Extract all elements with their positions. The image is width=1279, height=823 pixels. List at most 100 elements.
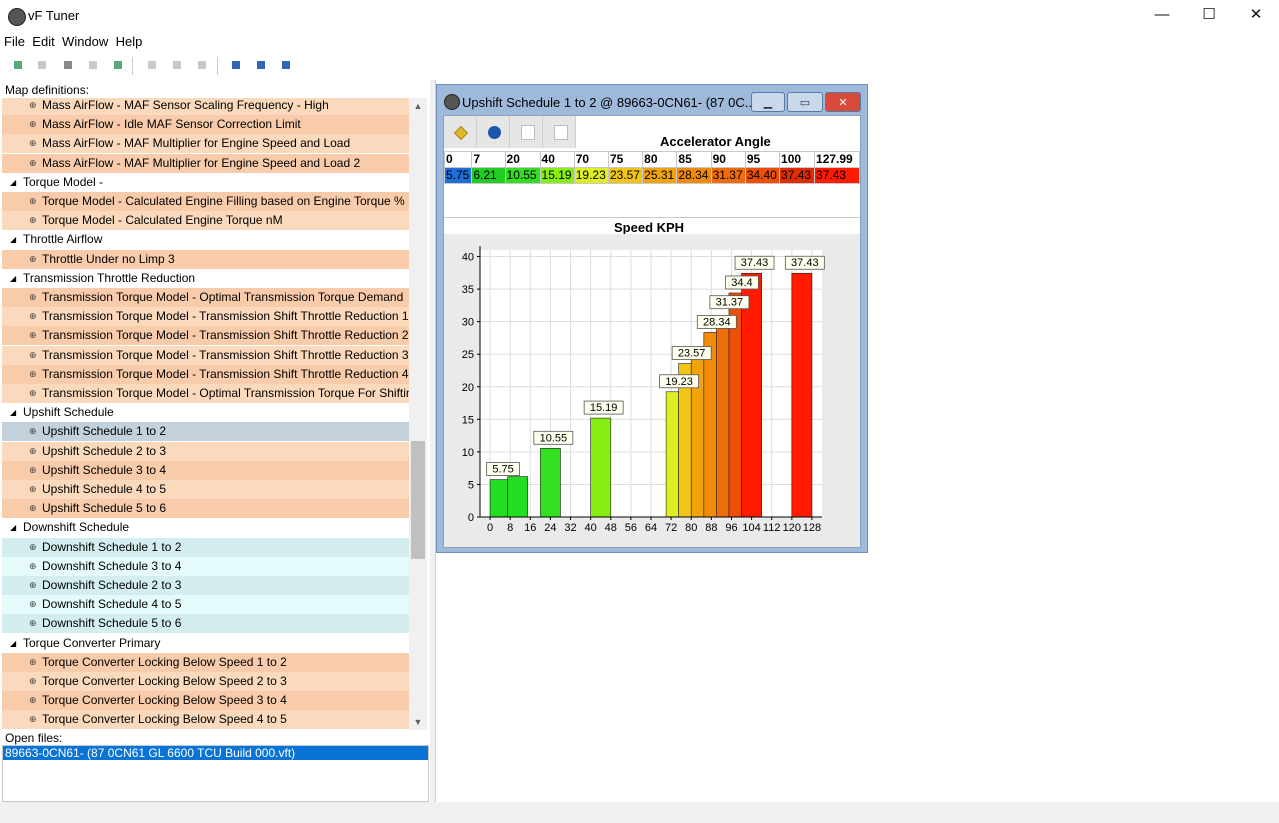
expanded-toggle-icon[interactable]: ◢ [10, 518, 16, 537]
grid-value-cell[interactable]: 6.21 [471, 167, 506, 184]
map-window-close-button[interactable]: ✕ [825, 92, 861, 112]
minimize-button[interactable]: — [1139, 0, 1185, 30]
map-window-maximize-button[interactable]: ▭ [787, 92, 823, 112]
tree-item[interactable]: ⊕ Torque Model - Calculated Engine Torque… [2, 211, 409, 231]
tree-item[interactable]: ⊕ Mass AirFlow - MAF Multiplier for Engin… [2, 153, 409, 173]
tree-item[interactable]: ⊕ Torque Converter Locking Below Speed 2 … [2, 672, 409, 691]
tree-scrollbar[interactable]: ▲ ▼ [409, 98, 427, 730]
copy-icon[interactable] [170, 58, 184, 72]
tree-item[interactable]: ⊕ Mass AirFlow - MAF Sensor Scaling Frequ… [2, 98, 409, 115]
close-button[interactable]: ✕ [1233, 0, 1279, 30]
tree-item[interactable]: ⊕ Downshift Schedule 4 to 5 [2, 595, 409, 615]
save-icon[interactable] [35, 58, 49, 72]
grid-header-cell[interactable]: 100 [779, 151, 816, 168]
tree-item[interactable]: ⊕ Upshift Schedule 4 to 5 [2, 480, 409, 499]
tree-item[interactable]: ⊕ Downshift Schedule 1 to 2 [2, 537, 409, 557]
map-window-minimize-button[interactable]: ▁ [751, 92, 785, 112]
tree-item[interactable]: ⊕ Transmission Torque Model - Transmissio… [2, 345, 409, 365]
layout-cascade-icon[interactable] [229, 58, 243, 72]
scrollbar-thumb[interactable] [411, 441, 425, 559]
tree-item[interactable]: ⊕ Transmission Torque Model - Transmissio… [2, 307, 409, 327]
grid-header-cell[interactable]: 20 [504, 151, 541, 168]
tree-item[interactable]: ⊕ Throttle Under no Limp 3 [2, 249, 409, 269]
grid-value-cell[interactable]: 37.43 [779, 167, 816, 184]
grid-value-cell[interactable]: 10.55 [504, 167, 541, 184]
paste-icon[interactable] [195, 58, 209, 72]
cut-icon[interactable] [145, 58, 159, 72]
tree-item[interactable]: ⊕ Upshift Schedule 2 to 3 [2, 441, 409, 461]
grid-value-cell[interactable]: 31.37 [710, 167, 746, 184]
layout-tile-icon[interactable] [254, 58, 268, 72]
expanded-toggle-icon[interactable]: ◢ [10, 230, 16, 249]
menu-file[interactable]: File [0, 32, 25, 49]
tree-category[interactable]: ◢ Torque Model - [2, 172, 409, 192]
grid-value-cell[interactable]: 25.31 [642, 167, 678, 184]
grid-value-cell[interactable]: 37.43 [814, 167, 860, 184]
grid-value-cell[interactable]: 23.57 [607, 167, 644, 184]
tree-item[interactable]: ⊕ Transmission Torque Model - Transmissio… [2, 326, 409, 346]
grid-header-cell[interactable]: 7 [471, 151, 506, 168]
stop-icon[interactable] [61, 58, 75, 72]
grid-header-cell[interactable]: 95 [744, 151, 781, 168]
page-tab-1[interactable] [510, 116, 543, 148]
page-tab-2[interactable] [543, 116, 576, 148]
grid-value-cell[interactable]: 28.34 [676, 167, 712, 184]
grid-header-cell[interactable]: 80 [642, 151, 678, 168]
info-tab[interactable] [477, 116, 510, 148]
grid-header-cell[interactable]: 127.99 [814, 151, 860, 168]
y-tick-label: 25 [462, 349, 474, 361]
tree-item[interactable]: ⊕ Transmission Torque Model - Optimal Tra… [2, 288, 409, 307]
expanded-toggle-icon[interactable]: ◢ [10, 403, 16, 422]
compare-icon[interactable] [86, 58, 100, 72]
grid-value-cell[interactable]: 19.23 [573, 167, 609, 184]
tree-item[interactable]: ⊕ Downshift Schedule 3 to 4 [2, 556, 409, 576]
tree-item[interactable]: ⊕ Torque Converter Locking Below Speed 1 … [2, 652, 409, 672]
grid-header-cell[interactable]: 85 [676, 151, 712, 168]
scroll-up-icon[interactable]: ▲ [409, 98, 427, 114]
open-file-icon[interactable] [11, 58, 25, 72]
menu-window[interactable]: Window [58, 32, 108, 49]
data-label: 37.43 [791, 257, 819, 269]
tree-item[interactable]: ⊕ Upshift Schedule 5 to 6 [2, 499, 409, 519]
tree-category[interactable]: ◢ Upshift Schedule [2, 403, 409, 423]
layout-list-icon[interactable] [279, 58, 293, 72]
tree-item[interactable]: ⊕ Upshift Schedule 3 to 4 [2, 460, 409, 480]
tree-item[interactable]: ⊕ Torque Converter Locking Below Speed 4 … [2, 710, 409, 730]
tree-item[interactable]: ⊕ Transmission Torque Model - Optimal Tra… [2, 384, 409, 403]
y-tick-label: 10 [462, 447, 474, 459]
expanded-toggle-icon[interactable]: ◢ [10, 634, 16, 653]
tree-item[interactable]: ⊕ Transmission Torque Model - Transmissio… [2, 364, 409, 384]
open-file-item[interactable]: 89663-0CN61- (87 0CN61 GL 6600 TCU Build… [3, 746, 428, 760]
grid-value-cell[interactable]: 34.40 [744, 167, 781, 184]
tree-item[interactable]: ⊕ Upshift Schedule 1 to 2 [2, 422, 409, 442]
grid-value-cell[interactable]: 15.19 [539, 167, 575, 184]
wand-tab[interactable] [444, 116, 477, 148]
tree-label: Downshift Schedule [23, 520, 130, 535]
tree-item[interactable]: ⊕ Downshift Schedule 2 to 3 [2, 576, 409, 595]
x-tick-label: 16 [524, 522, 536, 534]
map-definitions-tree[interactable]: ⊕ Mass AirFlow - MAF Sensor Scaling Frequ… [2, 98, 409, 730]
tree-item[interactable]: ⊕ Mass AirFlow - MAF Multiplier for Engin… [2, 134, 409, 154]
menu-help[interactable]: Help [112, 32, 143, 49]
tree-category[interactable]: ◢ Downshift Schedule [2, 518, 409, 538]
expanded-toggle-icon[interactable]: ◢ [10, 173, 16, 192]
tree-item[interactable]: ⊕ Downshift Schedule 5 to 6 [2, 614, 409, 634]
grid-header-cell[interactable]: 70 [573, 151, 609, 168]
connect-icon[interactable] [111, 58, 125, 72]
tree-category[interactable]: ◢ Throttle Airflow [2, 230, 409, 250]
tree-category[interactable]: ◢ Transmission Throttle Reduction [2, 268, 409, 288]
grid-header-cell[interactable]: 0 [443, 151, 473, 168]
maximize-button[interactable]: ☐ [1186, 0, 1232, 30]
menu-edit[interactable]: Edit [28, 32, 54, 49]
scroll-down-icon[interactable]: ▼ [409, 714, 427, 730]
tree-item[interactable]: ⊕ Torque Model - Calculated Engine Fillin… [2, 192, 409, 211]
tree-item[interactable]: ⊕ Torque Converter Locking Below Speed 3 … [2, 691, 409, 711]
expanded-toggle-icon[interactable]: ◢ [10, 269, 16, 288]
tree-item[interactable]: ⊕ Mass AirFlow - Idle MAF Sensor Correcti… [2, 115, 409, 135]
grid-value-cell[interactable]: 5.75 [443, 167, 473, 184]
tree-category[interactable]: ◢ Torque Converter Primary [2, 633, 409, 653]
map-node-icon: ⊕ [29, 330, 37, 341]
grid-header-cell[interactable]: 75 [607, 151, 644, 168]
grid-header-cell[interactable]: 90 [710, 151, 746, 168]
grid-header-cell[interactable]: 40 [539, 151, 575, 168]
